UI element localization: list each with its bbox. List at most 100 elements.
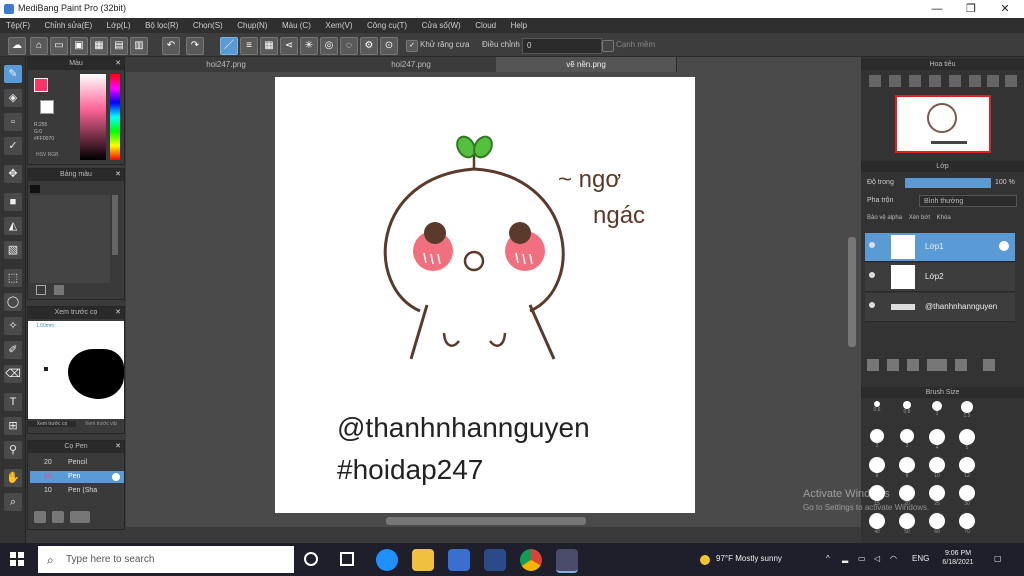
layer-row-selected[interactable]: Lớp1	[865, 233, 1015, 262]
merge-layer-icon[interactable]	[983, 359, 995, 371]
menu-cloud[interactable]: Cloud	[469, 18, 502, 33]
file-explorer-icon[interactable]	[412, 549, 434, 571]
brush-size-cell[interactable]: 1	[923, 399, 951, 423]
brush-size-cell[interactable]: 0.8	[893, 399, 921, 423]
select-eraser-icon[interactable]: ⌫	[4, 365, 22, 383]
actual-size-icon[interactable]	[929, 75, 941, 87]
mail-icon[interactable]	[484, 549, 506, 571]
palette-swatch[interactable]	[30, 185, 40, 193]
wifi-icon[interactable]: ◠	[890, 554, 897, 563]
zoom-tool-icon[interactable]: ⌕	[4, 493, 22, 511]
snap-parallel-icon[interactable]: ≡	[240, 37, 258, 55]
delete-palette-icon[interactable]	[54, 285, 64, 295]
reset-rotation-icon[interactable]	[987, 75, 999, 87]
layer-row[interactable]: Lớp2	[865, 263, 1015, 292]
clipping-option[interactable]: Xén bớt	[909, 215, 930, 221]
canvas-tab[interactable]: hoi247.png	[326, 57, 497, 72]
snap-radial-icon[interactable]: ✳	[300, 37, 318, 55]
close-icon[interactable]: ✕	[115, 441, 121, 453]
brush-size-cell[interactable]: 4	[923, 427, 951, 451]
menu-edit[interactable]: Chỉnh sửa(E)	[39, 18, 99, 33]
hand-tool-icon[interactable]: ✋	[4, 469, 22, 487]
drawing-canvas[interactable]: ~ ngơ ngác @thanhnhannguyen #hoidap247	[275, 77, 695, 513]
blend-mode-select[interactable]: Bình thường	[919, 195, 1017, 207]
volume-icon[interactable]: ◁	[874, 554, 880, 563]
undo-icon[interactable]: ↶	[162, 37, 180, 55]
color-gradient-square[interactable]	[80, 74, 106, 160]
move-tool-icon[interactable]: ✥	[4, 165, 22, 183]
image-icon[interactable]: ▣	[70, 37, 88, 55]
snap-curve-icon[interactable]: ◌	[340, 37, 358, 55]
cortana-icon[interactable]	[304, 552, 318, 566]
eye-icon[interactable]	[869, 302, 875, 308]
brush-size-cell[interactable]: 10	[923, 455, 951, 479]
menu-select[interactable]: Chọn(S)	[187, 18, 229, 33]
home-icon[interactable]: ⌂	[30, 37, 48, 55]
maximize-button[interactable]: ❐	[954, 0, 988, 18]
menu-layer[interactable]: Lớp(L)	[101, 18, 137, 33]
layout-icon[interactable]: ▥	[130, 37, 148, 55]
shape-tool-icon[interactable]: ■	[4, 193, 22, 211]
eye-icon[interactable]	[869, 242, 875, 248]
store-icon[interactable]	[448, 549, 470, 571]
pen-mode-icon[interactable]: ／	[220, 37, 238, 55]
brush-preview-tab[interactable]: Xem trước cọ	[28, 421, 76, 427]
snap-grid-icon[interactable]: ▦	[260, 37, 278, 55]
fit-icon[interactable]	[909, 75, 921, 87]
battery-icon[interactable]: ▭	[858, 554, 866, 563]
close-icon[interactable]: ✕	[115, 58, 121, 70]
add-palette-icon[interactable]	[36, 285, 46, 295]
hsv-tab[interactable]: HSV	[36, 152, 46, 158]
settings-gear-icon[interactable]: ⚙	[360, 37, 378, 55]
brush-tool-icon[interactable]: ✎	[4, 65, 22, 83]
brush-size-cell[interactable]: 2	[863, 427, 891, 451]
windows-start-icon[interactable]	[10, 552, 24, 566]
primary-color-swatch[interactable]	[34, 78, 48, 92]
brush-size-cell[interactable]: 8	[893, 455, 921, 479]
panel-icon[interactable]: ▤	[110, 37, 128, 55]
canvas-tab-active[interactable]: vẽ nền.png	[496, 57, 677, 72]
secondary-color-swatch[interactable]	[40, 100, 54, 114]
text-tool-icon[interactable]: T	[4, 393, 22, 411]
new-raster-layer-icon[interactable]	[887, 359, 899, 371]
select-pen-icon[interactable]: ✐	[4, 341, 22, 359]
brush-settings-icon[interactable]	[52, 511, 64, 523]
lasso-tool-icon[interactable]: ◯	[4, 293, 22, 311]
gear-icon[interactable]	[999, 241, 1009, 251]
palette-scrollbar[interactable]	[112, 195, 118, 255]
hue-slider[interactable]	[110, 74, 120, 160]
chat-icon[interactable]: ▭	[50, 37, 68, 55]
soft-edge-checkbox[interactable]	[602, 40, 614, 52]
layer-menu-icon[interactable]	[927, 359, 947, 371]
fill-tool-icon[interactable]: ◭	[4, 217, 22, 235]
opacity-slider[interactable]	[905, 178, 991, 188]
gradient-tool-icon[interactable]: ▧	[4, 241, 22, 259]
magic-wand-icon[interactable]: ✧	[4, 317, 22, 335]
close-icon[interactable]: ✕	[115, 169, 121, 181]
grid-icon[interactable]: ▦	[90, 37, 108, 55]
weather-text[interactable]: 97°F Mostly sunny	[716, 554, 782, 563]
brush-size-cell[interactable]: 70	[953, 511, 981, 535]
eraser-tool-icon[interactable]: ◈	[4, 89, 22, 107]
menu-help[interactable]: Help	[505, 18, 533, 33]
task-view-icon[interactable]	[340, 552, 354, 566]
brush-size-cell[interactable]: 30	[953, 483, 981, 507]
rgb-tab[interactable]: RGB	[48, 152, 59, 158]
eyedropper-icon[interactable]: ⚲	[4, 441, 22, 459]
menu-filter[interactable]: Bộ lọc(R)	[139, 18, 184, 33]
notification-icon[interactable]: ▢	[994, 554, 1002, 563]
snap-circle-icon[interactable]: ◎	[320, 37, 338, 55]
select-tool-icon[interactable]: ⬚	[4, 269, 22, 287]
navigator-preview[interactable]	[895, 95, 991, 153]
divide-tool-icon[interactable]: ⊞	[4, 417, 22, 435]
rotate-left-icon[interactable]	[949, 75, 961, 87]
menu-file[interactable]: Tệp(F)	[0, 18, 36, 33]
check-tool-icon[interactable]: ✓	[4, 137, 22, 155]
redo-icon[interactable]: ↷	[186, 37, 204, 55]
gear-icon[interactable]	[112, 473, 120, 481]
brush-size-cell[interactable]: 6	[863, 455, 891, 479]
taskbar-search-input[interactable]: ⌕ Type here to search	[38, 546, 294, 573]
menu-tools[interactable]: Công cụ(T)	[361, 18, 413, 33]
weather-icon[interactable]	[700, 555, 710, 565]
brush-size-cell[interactable]: 5	[953, 427, 981, 451]
